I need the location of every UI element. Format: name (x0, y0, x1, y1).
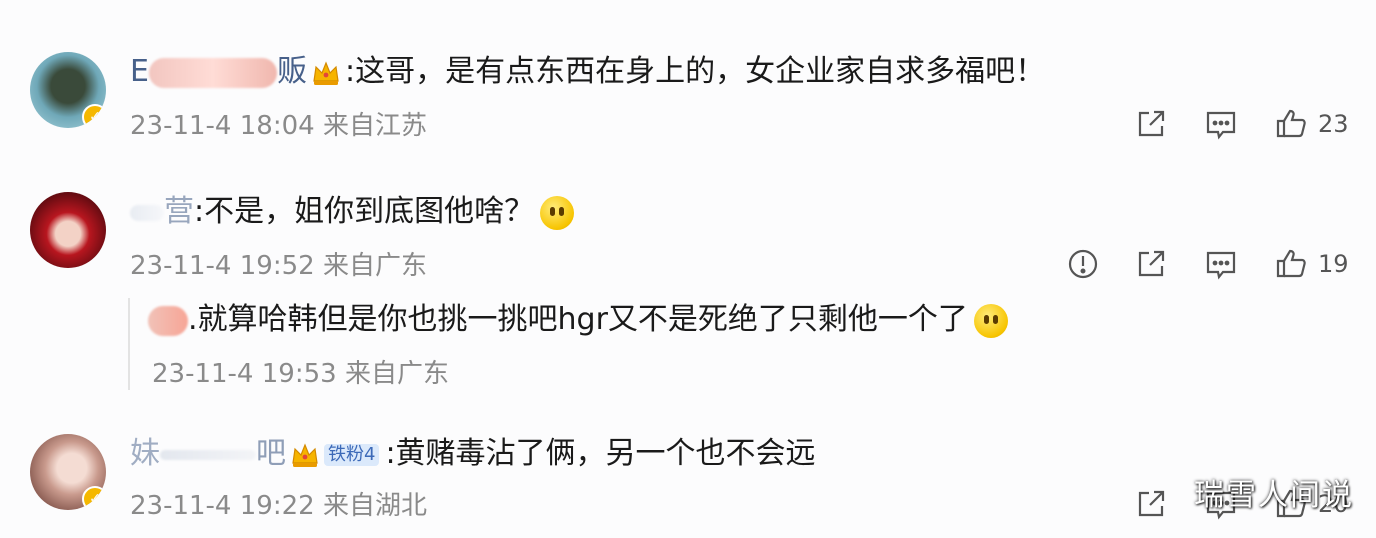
comment-meta: 23-11-4 19:22 来自湖北 (130, 490, 427, 522)
comment-meta: 23-11-4 18:04 来自江苏 (130, 110, 427, 142)
comment-time: 23-11-4 19:22 (130, 491, 315, 521)
comment-text: :这哥，是有点东西在身上的，女企业家自求多福吧！ (344, 54, 1046, 89)
username[interactable]: 妹 (130, 436, 160, 471)
like-icon (1276, 249, 1306, 278)
comment-text: :不是，姐你到底图他啥？ (194, 194, 535, 229)
username[interactable]: E (130, 54, 149, 89)
avatar[interactable]: ✓ (30, 52, 106, 128)
username-suffix[interactable]: 吧 (256, 436, 286, 471)
comment-button[interactable] (1204, 246, 1238, 282)
blurred-username (148, 305, 188, 336)
reply-body: .就算哈韩但是你也挑一挑吧hgr又不是死绝了只剩他一个了 (148, 300, 1008, 340)
reply-meta: 23-11-4 19:53 来自广东 (152, 358, 449, 390)
blurred-username (130, 204, 164, 221)
like-count: 19 (1318, 250, 1349, 278)
smile-emoji-icon (540, 195, 575, 230)
comment-button[interactable] (1204, 106, 1238, 142)
report-button[interactable] (1066, 246, 1100, 282)
report-icon (1068, 249, 1098, 279)
comment-meta: 23-11-4 19:52 来自广东 (130, 250, 427, 282)
comment-time: 23-11-4 19:52 (130, 251, 315, 281)
reply-time: 23-11-4 19:53 (152, 359, 337, 389)
verified-badge-icon: ✓ (82, 486, 106, 510)
comment-list-screen: ✓ E 贩 :这哥，是有点东西在身上的，女企业家自求多福吧！ 23-11-4 18… (0, 0, 1376, 538)
avatar[interactable] (30, 192, 106, 268)
crown-icon (313, 60, 339, 85)
share-icon (1138, 490, 1165, 517)
comment-location: 来自湖北 (322, 491, 427, 521)
reply-location: 来自广东 (344, 359, 449, 389)
like-count: 23 (1318, 110, 1349, 138)
like-button[interactable]: 23 (1274, 106, 1349, 142)
username-suffix[interactable]: 贩 (277, 54, 307, 89)
comment-icon (1206, 111, 1236, 140)
blurred-username (148, 57, 277, 88)
share-button[interactable] (1134, 106, 1168, 142)
comment-icon (1206, 251, 1236, 280)
comment-body: E 贩 :这哥，是有点东西在身上的，女企业家自求多福吧！ (130, 52, 1045, 92)
smile-emoji-icon (973, 303, 1008, 338)
comment-location: 来自江苏 (322, 111, 427, 141)
username-suffix[interactable]: 营 (164, 194, 194, 229)
share-icon (1138, 250, 1165, 277)
avatar[interactable]: ✓ (30, 434, 106, 510)
blurred-username (160, 449, 256, 460)
comment-text: :黄赌毒沾了俩，另一个也不会远 (385, 436, 816, 471)
comment-time: 23-11-4 18:04 (130, 111, 315, 141)
share-icon (1138, 110, 1165, 137)
like-button[interactable]: 19 (1274, 246, 1349, 282)
comment-body: 营:不是，姐你到底图他啥？ (130, 192, 575, 232)
comment-actions: 23 (1130, 106, 1370, 146)
verified-badge-icon: ✓ (82, 104, 106, 128)
comment-body: 妹 吧 铁粉4:黄赌毒沾了俩，另一个也不会远 (130, 434, 816, 474)
comment-location: 来自广东 (322, 251, 427, 281)
share-button[interactable] (1134, 486, 1168, 522)
like-icon (1276, 109, 1306, 138)
watermark: 瑞雪人间说 (1194, 478, 1354, 513)
crown-icon (292, 442, 318, 467)
reply-text: .就算哈韩但是你也挑一挑吧hgr又不是死绝了只剩他一个了 (188, 302, 968, 337)
comment-actions: 19 (1062, 246, 1372, 286)
share-button[interactable] (1134, 246, 1168, 282)
fan-badge: 铁粉4 (324, 443, 380, 466)
reply-thread: .就算哈韩但是你也挑一挑吧hgr又不是死绝了只剩他一个了 23-11-4 19:… (128, 298, 1030, 390)
